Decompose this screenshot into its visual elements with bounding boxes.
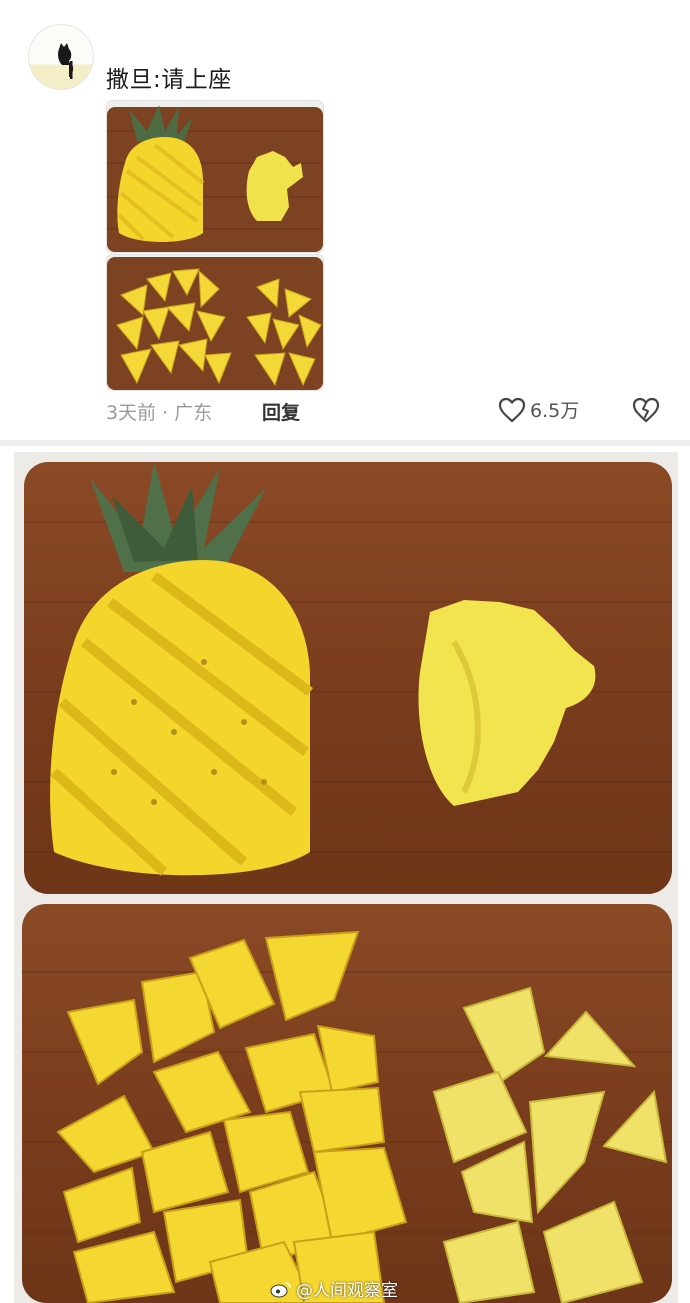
heart-outline-icon (498, 397, 526, 422)
pineapple-whole-thumbnail (107, 101, 323, 252)
like-count: 6.5万 (530, 400, 580, 422)
comment-username[interactable]: 撒旦:请上座 (106, 60, 232, 94)
watermark: @人间观察室 (270, 1276, 398, 1301)
pineapple-photo[interactable] (14, 452, 678, 1303)
comment-time-location: 3天前 · 广东 (106, 402, 213, 424)
avatar[interactable] (28, 24, 94, 90)
reply-button[interactable]: 回复 (262, 398, 300, 425)
weibo-icon (270, 1281, 291, 1297)
dislike-button[interactable] (632, 397, 660, 427)
pineapple-cutting-image (14, 452, 678, 1303)
pineapple-chunks-thumbnail (107, 255, 323, 390)
comment-image-2[interactable] (106, 254, 324, 391)
like-button[interactable]: 6.5万 (498, 396, 579, 423)
watermark-text: @人间观察室 (296, 1281, 398, 1301)
black-cat-silhouette-icon (58, 43, 74, 79)
section-divider (0, 440, 690, 446)
comment-image-1[interactable] (106, 100, 324, 253)
comment-card: 撒旦:请上座 3天前 · 广东 回复 6.5万 (0, 0, 690, 440)
broken-heart-icon (632, 397, 660, 423)
